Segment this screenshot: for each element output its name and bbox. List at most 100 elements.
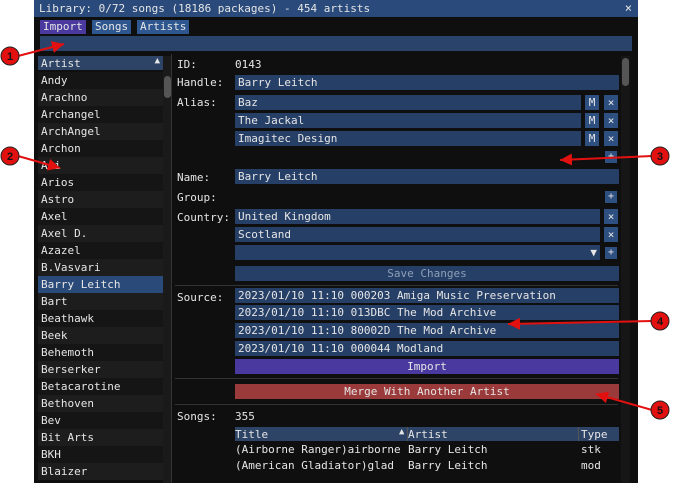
- song-artist-cell: Barry Leitch: [408, 459, 488, 472]
- id-value: 0143: [235, 58, 262, 71]
- artist-list-item[interactable]: Berserker: [38, 361, 163, 378]
- annotation-marker-2: 2: [0, 146, 20, 166]
- artist-list-item[interactable]: Axel D.: [38, 225, 163, 242]
- separator: [175, 285, 618, 286]
- add-country-button[interactable]: +: [605, 247, 617, 259]
- filter-input[interactable]: [40, 36, 632, 51]
- alias-field[interactable]: Baz: [235, 95, 581, 110]
- handle-label: Handle:: [177, 76, 224, 89]
- song-row[interactable]: (American Gladiator)glad Barry Leitch mod: [235, 459, 619, 474]
- detail-scrollbar[interactable]: [621, 56, 630, 483]
- separator: [175, 378, 618, 379]
- save-changes-button[interactable]: Save Changes: [235, 266, 619, 281]
- artist-column-header[interactable]: Artist ▲: [38, 56, 163, 70]
- artist-list-item[interactable]: B.Vasvari: [38, 259, 163, 276]
- add-alias-button[interactable]: +: [605, 151, 617, 163]
- artist-list-item[interactable]: Blaizer: [38, 463, 163, 480]
- window-title: Library: 0/72 songs (18186 packages) - 4…: [39, 2, 371, 15]
- alias-label: Alias:: [177, 96, 217, 109]
- svg-text:4: 4: [657, 316, 664, 328]
- artist-list-item[interactable]: Arios: [38, 174, 163, 191]
- separator: [175, 404, 618, 405]
- artist-list-item[interactable]: Bart: [38, 293, 163, 310]
- import-button[interactable]: Import: [235, 359, 619, 374]
- artist-list-scroll-thumb[interactable]: [164, 76, 171, 98]
- song-title-cell: (American Gladiator)glad: [235, 459, 394, 472]
- annotation-marker-4: 4: [650, 311, 670, 331]
- alias-main-button[interactable]: M: [585, 95, 599, 110]
- artist-list-item[interactable]: Beathawk: [38, 310, 163, 327]
- country-remove-button[interactable]: ×: [604, 209, 618, 224]
- name-label: Name:: [177, 171, 211, 184]
- alias-remove-button[interactable]: ×: [604, 95, 618, 110]
- artist-column-header[interactable]: Artist: [408, 428, 578, 441]
- songs-label: Songs:: [177, 410, 217, 423]
- library-window: Library: 0/72 songs (18186 packages) - 4…: [34, 0, 638, 483]
- artist-list: Andy Arachno Archangel ArchAngel Archon Ari Ar…: [38, 72, 163, 483]
- alias-main-button[interactable]: M: [585, 113, 599, 128]
- title-bar[interactable]: Library: 0/72 songs (18186 packages) - 4…: [34, 0, 638, 17]
- alias-main-button[interactable]: M: [585, 131, 599, 146]
- id-label: ID:: [177, 58, 197, 71]
- column-divider[interactable]: [578, 427, 579, 441]
- alias-field[interactable]: Imagitec Design: [235, 131, 581, 146]
- add-group-button[interactable]: +: [605, 191, 617, 203]
- artist-list-item[interactable]: Ari: [38, 157, 163, 174]
- detail-scroll-thumb[interactable]: [622, 58, 629, 86]
- handle-field[interactable]: Barry Leitch: [235, 75, 619, 90]
- songs-table-header: Title ▲ Artist Type: [235, 427, 619, 441]
- artist-list-item[interactable]: Archon: [38, 140, 163, 157]
- artist-list-item[interactable]: Archangel: [38, 106, 163, 123]
- svg-text:5: 5: [657, 405, 663, 417]
- source-row[interactable]: 2023/01/10 11:10 000203 Amiga Music Pres…: [235, 288, 619, 303]
- artist-list-item[interactable]: Azazel: [38, 242, 163, 259]
- annotation-marker-3: 3: [650, 146, 670, 166]
- tab-artists[interactable]: Artists: [137, 20, 190, 34]
- svg-text:3: 3: [657, 151, 663, 163]
- alias-field[interactable]: The Jackal: [235, 113, 581, 128]
- alias-remove-button[interactable]: ×: [604, 113, 618, 128]
- country-field[interactable]: Scotland: [235, 227, 600, 242]
- artist-list-item[interactable]: Bev: [38, 412, 163, 429]
- song-artist-cell: Barry Leitch: [408, 443, 488, 456]
- song-title-cell: (Airborne Ranger)airborne: [235, 443, 401, 456]
- annotation-marker-5: 5: [650, 400, 670, 420]
- artist-list-item[interactable]: Bethoven: [38, 395, 163, 412]
- artist-list-item[interactable]: Bit Arts: [38, 429, 163, 446]
- merge-artist-button[interactable]: Merge With Another Artist: [235, 384, 619, 399]
- source-row[interactable]: 2023/01/10 11:10 000044 Modland: [235, 341, 619, 356]
- artist-list-item[interactable]: ArchAngel: [38, 123, 163, 140]
- artist-list-item[interactable]: Andy: [38, 72, 163, 89]
- svg-text:2: 2: [7, 151, 13, 163]
- artist-list-item[interactable]: Axel: [38, 208, 163, 225]
- artist-list-item[interactable]: Behemoth: [38, 344, 163, 361]
- sort-ascending-icon: ▲: [399, 427, 405, 437]
- artist-list-item[interactable]: Barry Leitch: [38, 276, 163, 293]
- source-row[interactable]: 2023/01/10 11:10 80002D The Mod Archive: [235, 323, 619, 338]
- artist-list-item[interactable]: Astro: [38, 191, 163, 208]
- title-column-header[interactable]: Title: [235, 428, 405, 441]
- name-field[interactable]: Barry Leitch: [235, 169, 619, 184]
- artist-header-label: Artist: [41, 57, 81, 70]
- alias-remove-button[interactable]: ×: [604, 131, 618, 146]
- sort-ascending-icon: ▲: [154, 56, 160, 66]
- country-label: Country:: [177, 211, 230, 224]
- artist-list-item[interactable]: Betacarotine: [38, 378, 163, 395]
- artist-list-item[interactable]: Arachno: [38, 89, 163, 106]
- tab-songs[interactable]: Songs: [92, 20, 132, 34]
- annotation-marker-1: 1: [0, 46, 20, 66]
- song-type-cell: stk: [581, 443, 601, 456]
- artist-list-item[interactable]: Beek: [38, 327, 163, 344]
- source-label: Source:: [177, 291, 224, 304]
- song-row[interactable]: (Airborne Ranger)airborne Barry Leitch stk: [235, 443, 619, 458]
- country-dropdown[interactable]: ▼: [235, 245, 600, 260]
- close-icon[interactable]: ×: [625, 1, 632, 15]
- artist-list-item[interactable]: BKH: [38, 446, 163, 463]
- country-field[interactable]: United Kingdom: [235, 209, 600, 224]
- tab-import[interactable]: Import: [40, 20, 86, 34]
- type-column-header[interactable]: Type: [581, 428, 619, 441]
- country-remove-button[interactable]: ×: [604, 227, 618, 242]
- group-label: Group:: [177, 191, 217, 204]
- source-row[interactable]: 2023/01/10 11:10 013DBC The Mod Archive: [235, 305, 619, 320]
- pane-divider[interactable]: [171, 54, 172, 483]
